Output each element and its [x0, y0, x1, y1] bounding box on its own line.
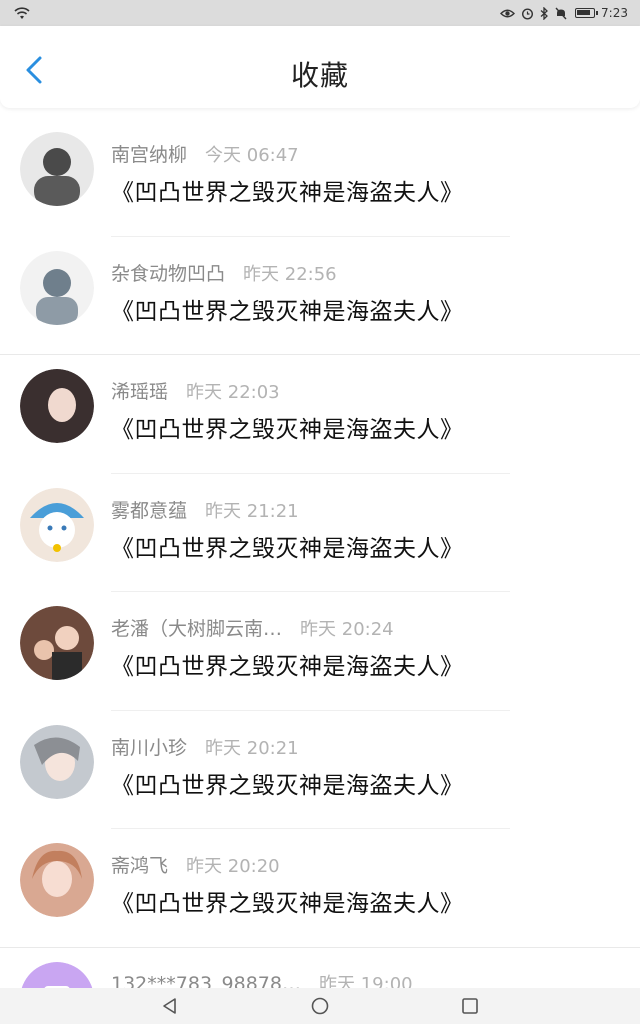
list-item[interactable]: 南川小珍 昨天 20:21 《凹凸世界之毁灭神是海盗夫人》 — [0, 711, 640, 829]
alarm-icon — [522, 7, 534, 20]
list-item[interactable]: 132***783_988780… 昨天 19:00 — [0, 948, 640, 989]
bluetooth-icon — [540, 6, 548, 20]
timestamp: 今天 06:47 — [205, 145, 299, 166]
battery-icon — [575, 8, 599, 18]
mute-icon — [555, 7, 567, 19]
recents-square-icon[interactable] — [460, 996, 480, 1016]
timestamp: 昨天 22:03 — [186, 382, 280, 403]
favorites-list: 南宫纳柳 今天 06:47 《凹凸世界之毁灭神是海盗夫人》 杂食动物凹凸 昨天 … — [0, 118, 640, 988]
favorite-content: 《凹凸世界之毁灭神是海盗夫人》 — [111, 180, 464, 206]
favorite-content: 《凹凸世界之毁灭神是海盗夫人》 — [111, 772, 464, 799]
user-name: 老潘（大树脚云南… — [111, 618, 283, 640]
header: 收藏 — [0, 26, 640, 108]
timestamp: 昨天 19:00 — [319, 973, 413, 989]
list-item[interactable]: 雾都意蕴 昨天 21:21 《凹凸世界之毁灭神是海盗夫人》 — [0, 474, 640, 592]
user-name: 雾都意蕴 — [111, 499, 188, 522]
favorite-content: 《凹凸世界之毁灭神是海盗夫人》 — [111, 535, 464, 562]
avatar[interactable] — [20, 606, 94, 680]
favorite-content: 《凹凸世界之毁灭神是海盗夫人》 — [111, 298, 464, 325]
avatar[interactable] — [20, 132, 94, 206]
list-item[interactable]: 斋鸿飞 昨天 20:20 《凹凸世界之毁灭神是海盗夫人》 — [0, 829, 640, 948]
user-name: 南宫纳柳 — [111, 144, 188, 166]
back-triangle-icon[interactable] — [160, 996, 180, 1016]
list-item[interactable]: 浠瑶瑶 昨天 22:03 《凹凸世界之毁灭神是海盗夫人》 — [0, 355, 640, 474]
list-item[interactable]: 老潘（大树脚云南… 昨天 20:24 《凹凸世界之毁灭神是海盗夫人》 — [0, 592, 640, 711]
user-name: 浠瑶瑶 — [111, 381, 169, 403]
avatar[interactable] — [20, 724, 94, 799]
user-name: 杂食动物凹凸 — [111, 262, 226, 285]
list-item[interactable]: 杂食动物凹凸 昨天 22:56 《凹凸世界之毁灭神是海盗夫人》 — [0, 237, 640, 355]
system-nav-bar — [0, 988, 640, 1024]
home-circle-icon[interactable] — [310, 996, 330, 1016]
user-name: 南川小珍 — [111, 736, 188, 759]
timestamp: 昨天 21:21 — [205, 500, 299, 522]
status-bar: 7:23 — [0, 0, 640, 26]
avatar[interactable] — [20, 369, 94, 443]
wifi-icon — [14, 6, 30, 19]
timestamp: 昨天 20:24 — [300, 619, 394, 640]
eye-icon — [500, 9, 516, 17]
status-icons: 7:23 — [500, 6, 628, 20]
status-time: 7:23 — [601, 6, 628, 20]
user-name: 斋鸿飞 — [111, 855, 169, 877]
timestamp: 昨天 22:56 — [243, 263, 337, 285]
timestamp: 昨天 20:20 — [186, 856, 280, 877]
list-item[interactable]: 南宫纳柳 今天 06:47 《凹凸世界之毁灭神是海盗夫人》 — [0, 118, 640, 237]
avatar[interactable] — [20, 961, 94, 989]
favorite-content: 《凹凸世界之毁灭神是海盗夫人》 — [111, 654, 464, 680]
timestamp: 昨天 20:21 — [205, 737, 299, 759]
favorite-content: 《凹凸世界之毁灭神是海盗夫人》 — [111, 891, 464, 917]
user-name: 132***783_988780… — [111, 972, 301, 989]
avatar[interactable] — [20, 250, 94, 325]
avatar[interactable] — [20, 843, 94, 917]
page-title: 收藏 — [290, 59, 349, 92]
favorite-content: 《凹凸世界之毁灭神是海盗夫人》 — [111, 417, 464, 443]
avatar[interactable] — [20, 487, 94, 562]
